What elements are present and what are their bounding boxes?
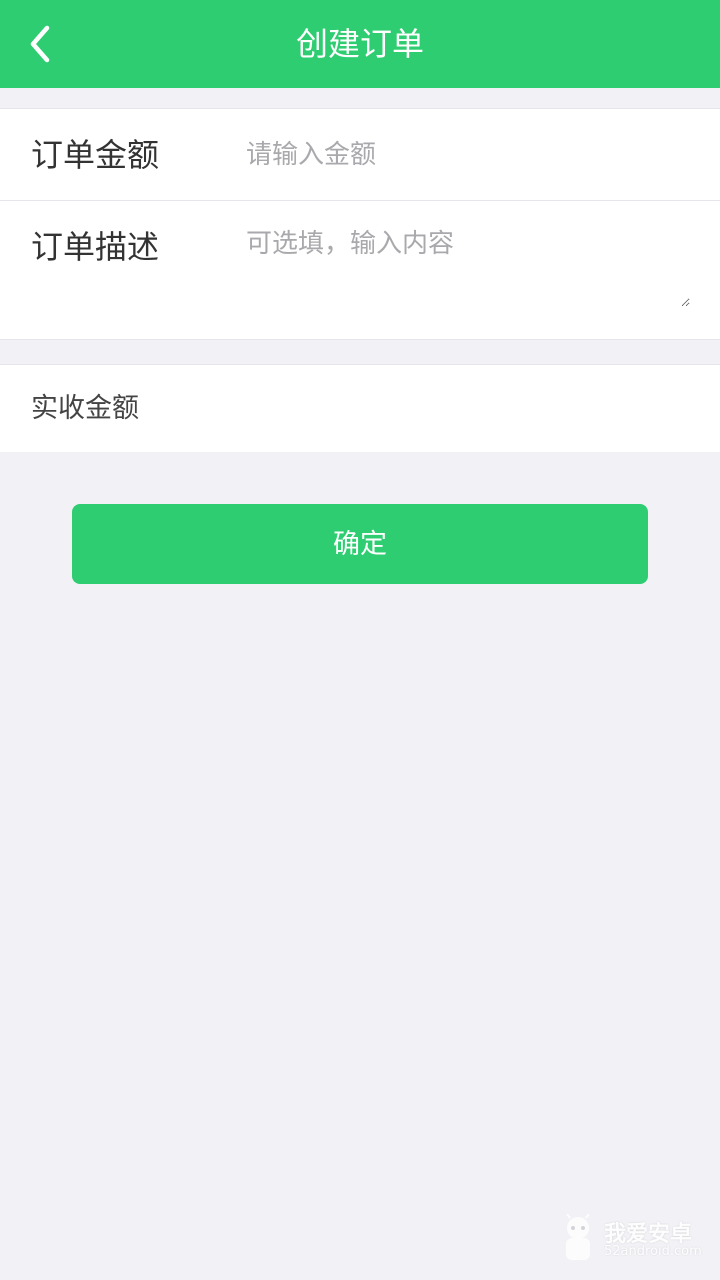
page-title: 创建订单 bbox=[295, 25, 424, 63]
site-watermark: 我爱安卓 52android.com bbox=[560, 1212, 710, 1268]
confirm-button[interactable]: 确定 bbox=[72, 504, 648, 584]
watermark-subtitle: 52android.com bbox=[604, 1244, 702, 1259]
order-description-row: 订单描述 bbox=[0, 201, 720, 341]
order-amount-input[interactable] bbox=[246, 131, 686, 179]
app-header: 创建订单 bbox=[0, 0, 720, 88]
order-form-card: 订单金额 订单描述 bbox=[0, 108, 720, 340]
order-amount-row: 订单金额 bbox=[0, 109, 720, 201]
order-description-label: 订单描述 bbox=[31, 228, 160, 266]
received-amount-row: 实收金额 bbox=[0, 364, 720, 452]
android-robot-logo-icon bbox=[566, 1214, 590, 1260]
order-amount-label: 订单金额 bbox=[31, 136, 160, 174]
received-amount-label: 实收金额 bbox=[31, 393, 139, 424]
order-description-textarea[interactable] bbox=[246, 223, 690, 307]
